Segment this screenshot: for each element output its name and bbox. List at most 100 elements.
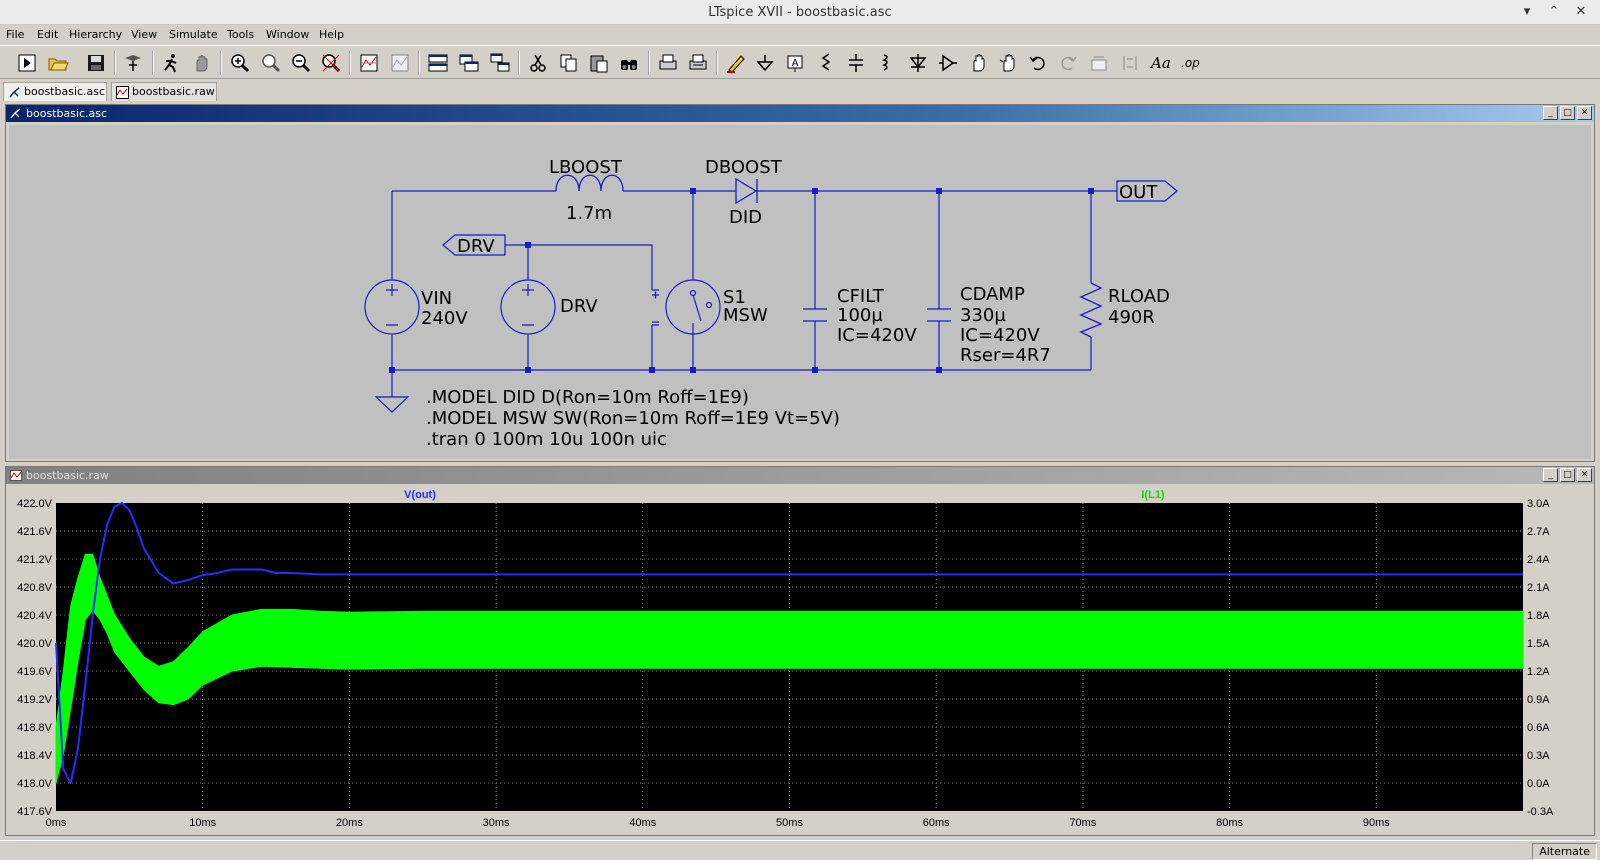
- menu-help[interactable]: Help: [319, 28, 344, 41]
- copy-icon[interactable]: [556, 50, 582, 76]
- waveform-close-button[interactable]: ✕: [1577, 468, 1592, 482]
- x-tick-label: 0ms: [46, 817, 67, 829]
- diode-dboost[interactable]: [735, 177, 765, 205]
- waveform-plot[interactable]: 422.0V 421.6V 421.2V 420.8V 420.4V 420.0V 419.…: [6, 486, 1594, 835]
- tab-waveform[interactable]: boostbasic.raw: [111, 82, 217, 101]
- ground-icon[interactable]: [752, 50, 778, 76]
- directive-model-msw[interactable]: .MODEL MSW SW(Ron=10m Roff=1E9 Vt=5V): [426, 408, 840, 429]
- schematic-close-button[interactable]: ✕: [1577, 106, 1592, 120]
- zoom-out-icon[interactable]: [288, 50, 314, 76]
- y-left-tick-label: 420.0V: [17, 638, 53, 650]
- directive-model-did[interactable]: .MODEL DID D(Ron=10m Roff=1E9): [426, 387, 749, 408]
- move-icon[interactable]: [965, 50, 991, 76]
- close-button[interactable]: ✕: [1570, 2, 1592, 22]
- legend-il1[interactable]: I(L1): [1141, 489, 1165, 501]
- switch-s1[interactable]: [652, 279, 721, 335]
- menu-simulate[interactable]: Simulate: [169, 28, 218, 41]
- waveform-maximize-button[interactable]: □: [1560, 468, 1575, 482]
- label-net-icon[interactable]: A: [782, 50, 808, 76]
- control-panel-icon[interactable]: [120, 50, 146, 76]
- waveform-minimize-button[interactable]: _: [1543, 468, 1558, 482]
- capacitor-icon[interactable]: [843, 50, 869, 76]
- capacitor-cdamp[interactable]: [927, 308, 951, 322]
- plot-svg[interactable]: 422.0V 421.6V 421.2V 420.8V 420.4V 420.0V 419.…: [6, 486, 1594, 835]
- legend-vout[interactable]: V(out): [404, 489, 436, 501]
- diode-icon[interactable]: [905, 50, 931, 76]
- svg-text:.op: .op: [1181, 56, 1200, 70]
- save-icon[interactable]: [83, 50, 109, 76]
- open-icon[interactable]: [45, 50, 71, 76]
- y-right-tick-label: 2.1A: [1527, 582, 1550, 594]
- print-icon[interactable]: [655, 50, 681, 76]
- rload-value: 490R: [1108, 307, 1155, 328]
- ground-symbol[interactable]: [374, 396, 410, 413]
- resistor-rload[interactable]: [1079, 282, 1103, 338]
- spice-directive-icon[interactable]: .op: [1177, 50, 1203, 76]
- zoom-pan-icon[interactable]: [258, 50, 284, 76]
- circuit-diagram[interactable]: LBOOST 1.7m DBOOST DID OUT DRV VIN 240V …: [9, 125, 1591, 459]
- voltage-source-drv[interactable]: [500, 279, 556, 335]
- zoom-in-icon[interactable]: [227, 50, 253, 76]
- y-right-tick-label: -0.3A: [1527, 806, 1554, 818]
- paste-icon[interactable]: [586, 50, 612, 76]
- capacitor-cfilt[interactable]: [803, 308, 827, 322]
- y-left-tick-label: 418.0V: [17, 778, 53, 790]
- y-axis-left: 422.0V 421.6V 421.2V 420.8V 420.4V 420.0V 419.…: [17, 498, 53, 818]
- menu-edit[interactable]: Edit: [37, 28, 58, 41]
- drag-icon[interactable]: [995, 50, 1021, 76]
- minimize-button[interactable]: ▾: [1516, 2, 1538, 22]
- schematic-icon: [9, 87, 20, 98]
- autorange-icon[interactable]: [356, 50, 382, 76]
- cfilt-name: CFILT: [837, 286, 885, 307]
- dboost-value: DID: [729, 207, 762, 228]
- waveform-window-titlebar: boostbasic.raw _ □ ✕: [6, 467, 1594, 484]
- delete-trace-icon[interactable]: [387, 50, 413, 76]
- undo-icon[interactable]: [1025, 50, 1051, 76]
- redo-icon[interactable]: [1055, 50, 1081, 76]
- print-setup-icon[interactable]: [685, 50, 711, 76]
- menu-tools[interactable]: Tools: [227, 28, 254, 41]
- voltage-source-vin[interactable]: [364, 279, 420, 335]
- s1-value: MSW: [723, 305, 768, 326]
- menu-file[interactable]: File: [6, 28, 24, 41]
- text-icon[interactable]: Aa: [1147, 50, 1173, 76]
- inductor-icon[interactable]: [873, 50, 899, 76]
- resistor-icon[interactable]: [813, 50, 839, 76]
- rotate-icon[interactable]: [1086, 50, 1112, 76]
- schematic-maximize-button[interactable]: □: [1560, 106, 1575, 120]
- tab-schematic[interactable]: boostbasic.asc: [3, 82, 107, 101]
- schematic-canvas[interactable]: LBOOST 1.7m DBOOST DID OUT DRV VIN 240V …: [9, 125, 1591, 459]
- menu-view[interactable]: View: [131, 28, 157, 41]
- y-right-tick-label: 1.8A: [1527, 610, 1550, 622]
- draw-wire-icon[interactable]: [723, 50, 749, 76]
- out-label-text: OUT: [1119, 182, 1158, 203]
- y-left-tick-label: 419.6V: [17, 666, 53, 678]
- menu-window[interactable]: Window: [266, 28, 309, 41]
- y-left-tick-label: 418.8V: [17, 722, 53, 734]
- x-tick-label: 20ms: [336, 817, 363, 829]
- svg-text:Aa: Aa: [1149, 54, 1171, 72]
- y-right-tick-label: 1.2A: [1527, 666, 1550, 678]
- restore-button[interactable]: ⌃: [1543, 2, 1565, 22]
- dboost-name: DBOOST: [705, 157, 783, 178]
- schematic-minimize-button[interactable]: _: [1543, 106, 1558, 120]
- halt-icon[interactable]: [189, 50, 215, 76]
- tile-vertical-icon[interactable]: [456, 50, 482, 76]
- new-schematic-icon[interactable]: [14, 50, 40, 76]
- cascade-icon[interactable]: [487, 50, 513, 76]
- spice-directives[interactable]: .MODEL DID D(Ron=10m Roff=1E9) .MODEL MS…: [426, 387, 840, 450]
- y-right-tick-label: 2.4A: [1527, 554, 1550, 566]
- tile-horizontal-icon[interactable]: [425, 50, 451, 76]
- y-right-tick-label: 0.0A: [1527, 778, 1550, 790]
- find-icon[interactable]: [616, 50, 642, 76]
- directive-tran[interactable]: .tran 0 100m 10u 100n uic: [426, 429, 667, 450]
- menu-hierarchy[interactable]: Hierarchy: [69, 28, 122, 41]
- x-tick-label: 80ms: [1216, 817, 1243, 829]
- cut-icon[interactable]: [525, 50, 551, 76]
- window-titlebar: LTspice XVII - boostbasic.asc ▾ ⌃ ✕: [0, 0, 1600, 25]
- zoom-fit-icon[interactable]: [318, 50, 344, 76]
- status-bar: Alternate: [0, 840, 1600, 860]
- run-icon[interactable]: [158, 50, 184, 76]
- mirror-icon[interactable]: [1117, 50, 1143, 76]
- component-icon[interactable]: [935, 50, 961, 76]
